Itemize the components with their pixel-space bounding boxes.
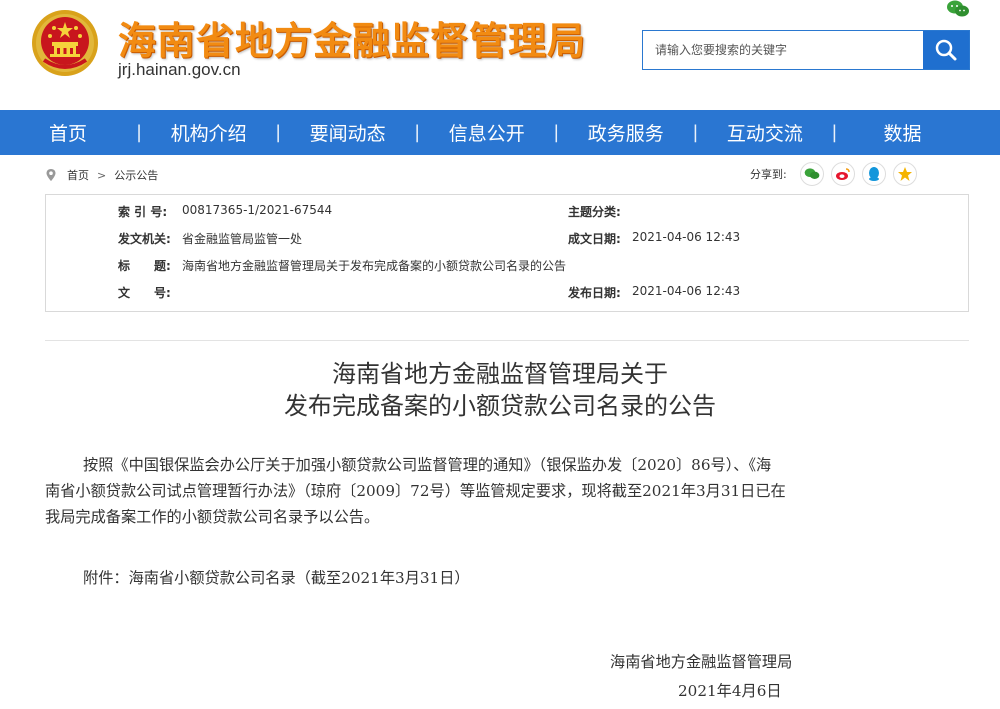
content-divider: [45, 340, 969, 341]
signature-date: 2021年4月6日: [678, 682, 782, 700]
share-weibo-button[interactable]: [830, 162, 855, 186]
article-body-line-2: 南省小额贷款公司试点管理暂行办法》（琼府〔2009〕72号）等监管规定要求，现将…: [45, 482, 786, 500]
breadcrumb-separator: >: [97, 168, 107, 182]
location-pin-icon: [46, 169, 56, 181]
article-body: 按照《中国银保监会办公厅关于加强小额贷款公司监督管理的通知》（银保监办发〔202…: [45, 452, 969, 530]
title-value: 海南省地方金融监督管理局关于发布完成备案的小额贷款公司名录的公告: [182, 259, 567, 273]
article-title: 海南省地方金融监督管理局关于 发布完成备案的小额贷款公司名录的公告: [0, 358, 1000, 422]
created-date-label: 成文日期:: [568, 232, 621, 246]
share-bar: 分享到:: [750, 162, 917, 186]
article-title-line-1: 海南省地方金融监督管理局关于: [332, 360, 668, 388]
created-date-value: 2021-04-06 12:43: [632, 230, 741, 244]
nav-item-home[interactable]: 首页: [0, 119, 136, 146]
nav-item-news[interactable]: 要闻动态: [281, 119, 414, 146]
site-header: 海南省地方金融监督管理局 jrj.hainan.gov.cn: [0, 0, 1000, 110]
article-title-line-2: 发布完成备案的小额贷款公司名录的公告: [284, 392, 716, 420]
nav-item-gov-services[interactable]: 政务服务: [559, 119, 692, 146]
nav-separator: |: [275, 122, 282, 143]
published-date-value: 2021-04-06 12:43: [632, 284, 741, 298]
index-number-value: 00817365-1/2021-67544: [182, 203, 333, 217]
nav-separator: |: [553, 122, 560, 143]
nav-item-interaction[interactable]: 互动交流: [698, 119, 831, 146]
article-body-line-3: 我局完成备案工作的小额贷款公司名录予以公告。: [45, 508, 380, 526]
site-domain: jrj.hainan.gov.cn: [118, 60, 241, 79]
document-number-label: 文 号:: [118, 286, 171, 300]
share-label: 分享到:: [750, 168, 787, 181]
breadcrumb-current[interactable]: 公示公告: [114, 167, 158, 183]
qq-icon: [868, 167, 879, 181]
search-input[interactable]: [643, 31, 923, 69]
nav-item-about[interactable]: 机构介绍: [142, 119, 275, 146]
published-date-label: 发布日期:: [568, 286, 621, 300]
nav-separator: |: [136, 122, 143, 143]
document-meta-box: 索 引 号: 00817365-1/2021-67544 主题分类: 发文机关:…: [45, 194, 969, 312]
nav-separator: |: [692, 122, 699, 143]
search-box: [642, 30, 970, 70]
search-button[interactable]: [923, 31, 969, 69]
main-nav: 首页 | 机构介绍 | 要闻动态 | 信息公开 | 政务服务 | 互动交流 | …: [0, 110, 1000, 155]
qzone-star-icon: [897, 167, 912, 181]
signature-organization: 海南省地方金融监督管理局: [610, 653, 793, 671]
weibo-icon: [835, 168, 850, 180]
wechat-icon[interactable]: [946, 0, 970, 18]
index-number-label: 索 引 号:: [118, 205, 168, 219]
breadcrumb: 首页 > 公示公告: [45, 166, 158, 184]
nav-separator: |: [831, 122, 838, 143]
share-wechat-button[interactable]: [799, 162, 824, 186]
topic-label: 主题分类:: [568, 205, 621, 219]
site-title[interactable]: 海南省地方金融监督管理局: [118, 10, 586, 65]
issuer-value: 省金融监管局监管一处: [182, 232, 303, 246]
share-qzone-button[interactable]: [892, 162, 917, 186]
attachment-line[interactable]: 附件：海南省小额贷款公司名录（截至2021年3月31日）: [45, 565, 969, 591]
article-body-line-1: 按照《中国银保监会办公厅关于加强小额贷款公司监督管理的通知》（银保监办发〔202…: [83, 456, 772, 474]
breadcrumb-home[interactable]: 首页: [67, 167, 89, 183]
title-label: 标 题:: [118, 259, 171, 273]
search-icon: [935, 39, 957, 61]
nav-separator: |: [414, 122, 421, 143]
wechat-icon: [804, 168, 820, 179]
nav-item-data[interactable]: 数据: [837, 119, 967, 146]
national-emblem-icon: [32, 10, 98, 76]
share-qq-button[interactable]: [861, 162, 886, 186]
nav-item-info-disclosure[interactable]: 信息公开: [420, 119, 553, 146]
issuer-label: 发文机关:: [118, 232, 171, 246]
